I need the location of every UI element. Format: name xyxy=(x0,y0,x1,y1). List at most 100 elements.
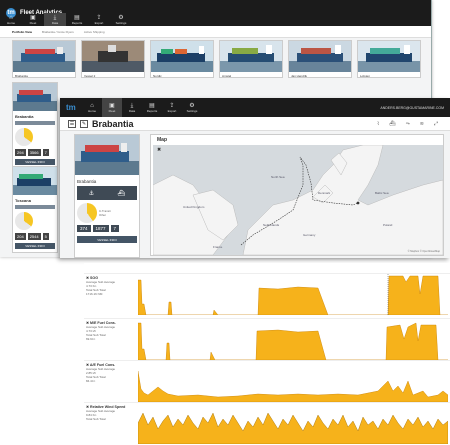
nav-label: Data xyxy=(51,20,59,25)
vessel-thumb[interactable]: Brabantia xyxy=(12,40,76,78)
chart-info: ✖ Relative Wind Speed Average Sub Averag… xyxy=(84,403,136,445)
nav-home[interactable]: ⌂ Home xyxy=(82,98,102,117)
map-title: Map xyxy=(157,137,167,143)
nav-home[interactable]: ⌂ Home xyxy=(0,13,22,26)
time-breakdown: In Transit Other xyxy=(75,201,139,225)
nav-reports[interactable]: ▤ Reports xyxy=(66,13,88,26)
nav-label: Reports xyxy=(71,20,83,25)
map-label: United Kingdom xyxy=(183,205,205,209)
route-icon[interactable]: ⤳ xyxy=(406,121,410,127)
nav-settings[interactable]: ⚙ Settings xyxy=(110,13,132,26)
logo-icon: tm xyxy=(66,102,76,112)
nav-fleet[interactable]: ▣ Fleet xyxy=(22,13,44,26)
chart-stat: 1716.16 NM xyxy=(86,292,103,296)
vessel-summary-panel: Brabantia ⚓ ⛴ In Transit Other 374 1877 … xyxy=(74,134,140,258)
ae-fuel-series xyxy=(138,370,448,402)
map-panel: Map North Sea United Kingdom Netherlands… xyxy=(150,134,444,256)
stat-value: 1877 xyxy=(92,225,109,232)
card-status-bar xyxy=(15,121,55,125)
nav-export[interactable]: ⇪ Export xyxy=(162,98,182,117)
vessel-thumb[interactable]: Vessel 2 xyxy=(81,40,145,78)
nav-data[interactable]: ⤓ Data xyxy=(122,98,142,117)
ship-photo xyxy=(13,167,57,195)
vessel-card[interactable]: Brabantia 294 3566 7 VESSEL INFO xyxy=(12,82,58,169)
card-stats: 204 2544 5 xyxy=(13,233,57,240)
map-label: Poland xyxy=(383,223,393,227)
chart-info: ✖ M/E Fuel Cons. Average Sub Average 4.7… xyxy=(84,319,136,361)
stat-value: 7 xyxy=(42,149,49,156)
thumb-label: Vessel 2 xyxy=(84,74,96,78)
thumb-label: Jan Hendrik xyxy=(291,74,308,78)
vessel-thumb[interactable]: Nordic xyxy=(150,40,214,78)
ship-icon[interactable]: ⛴ xyxy=(389,121,395,127)
nav-fleet[interactable]: ▣ Fleet xyxy=(102,98,122,117)
vessel-thumb[interactable]: Lofoten xyxy=(357,40,421,78)
pie-legend: In Transit Other xyxy=(99,209,111,217)
wind-plot[interactable] xyxy=(138,403,448,444)
stat-value: 374 xyxy=(77,225,91,232)
vessel-thumb[interactable]: Jan Hendrik xyxy=(288,40,352,78)
stat-value: 3566 xyxy=(27,149,41,156)
chart-stat: Total Sub Total xyxy=(86,417,106,421)
vessel-thumb[interactable]: Amstel xyxy=(219,40,283,78)
vessel-info-button[interactable]: VESSEL INFO xyxy=(77,236,137,243)
map-canvas[interactable]: North Sea United Kingdom Netherlands Ger… xyxy=(153,145,443,255)
edit-icon[interactable]: ✎ xyxy=(80,119,88,128)
sog-plot[interactable] xyxy=(138,274,448,315)
nav-settings[interactable]: ⚙ Settings xyxy=(182,98,202,117)
thumb-label: Amstel xyxy=(222,74,232,78)
ship-photo xyxy=(220,41,282,72)
tab-active-shipping[interactable]: Active Shipping xyxy=(84,30,105,34)
vessel-info-button[interactable]: VESSEL INFO xyxy=(15,243,55,249)
nav-data[interactable]: ⤓ Data xyxy=(44,13,66,26)
vessel-name: Brabantia xyxy=(92,118,134,129)
card-title: Toscana xyxy=(15,198,31,203)
stat-value: 2544 xyxy=(27,233,41,240)
timeseries-charts: ✖ SOG Average Sub Average 4.73 Kn Total … xyxy=(84,263,450,445)
map-label: Germany xyxy=(303,233,316,237)
thumb-label: Lofoten xyxy=(360,74,371,78)
ship-icon: ⛴ xyxy=(117,190,126,197)
layers-icon[interactable]: ≋ xyxy=(420,121,424,127)
nav-label: Home xyxy=(6,20,15,25)
nav-label: Export xyxy=(94,20,104,25)
chart-stat: 84.44 t xyxy=(86,379,96,383)
user-email[interactable]: ANDERS.BERG@GUSTAMARINE.COM xyxy=(380,106,444,110)
card-title: Brabantia xyxy=(15,114,34,119)
nav-reports[interactable]: ▤ Reports xyxy=(142,98,162,117)
map-label: France xyxy=(213,245,223,249)
ae-fuel-plot[interactable] xyxy=(138,361,448,402)
me-fuel-plot[interactable] xyxy=(138,319,448,360)
stat-value: 294 xyxy=(15,149,26,156)
map-toolbar: ⌇ ⛴ ⤳ ≋ ⤢ xyxy=(377,121,438,127)
thumb-label: Nordic xyxy=(153,74,162,78)
nav-label: Data xyxy=(128,108,136,113)
app-logo[interactable]: tm xyxy=(60,103,82,113)
chart-icon[interactable]: ⌇ xyxy=(377,121,379,127)
map-label: Netherlands xyxy=(263,223,280,227)
ship-photo xyxy=(75,135,139,175)
vessel-header: ☰ ✎ Brabantia ⌇ ⛴ ⤳ ≋ ⤢ xyxy=(60,117,450,131)
vessel-card[interactable]: Toscana 204 2544 5 VESSEL INFO xyxy=(12,166,58,253)
nav-export[interactable]: ⇪ Export xyxy=(88,13,110,26)
ship-photo xyxy=(358,41,420,72)
map-label: Baltic Sea xyxy=(375,191,389,195)
card-pie-chart xyxy=(15,212,33,230)
fullscreen-icon[interactable]: ⤢ xyxy=(434,121,438,127)
ship-photo xyxy=(13,41,75,72)
nav-label: Export xyxy=(167,108,177,113)
card-pie-chart xyxy=(15,128,33,146)
close-icon[interactable]: ✖ xyxy=(157,147,161,153)
vessel-info-button[interactable]: VESSEL INFO xyxy=(15,159,55,165)
anchor-icon: ⚓ xyxy=(88,190,95,197)
tab-search[interactable]: Brabantia / Grote Flyers xyxy=(42,30,74,34)
nav-label: Settings xyxy=(115,20,127,25)
ship-photo xyxy=(82,41,144,72)
vessel-thumbnails: Brabantia Vessel 2 Nordic Amstel Jan Hen… xyxy=(12,40,421,78)
wind-series xyxy=(138,412,448,444)
map-attribution: © Mapbox © OpenStreetMap xyxy=(407,250,440,253)
me-fuel-series xyxy=(138,322,448,360)
list-icon[interactable]: ☰ xyxy=(68,119,76,128)
tab-portfolio[interactable]: Portfolio View xyxy=(12,30,32,34)
chart-stat: 69.94 t xyxy=(86,337,96,341)
